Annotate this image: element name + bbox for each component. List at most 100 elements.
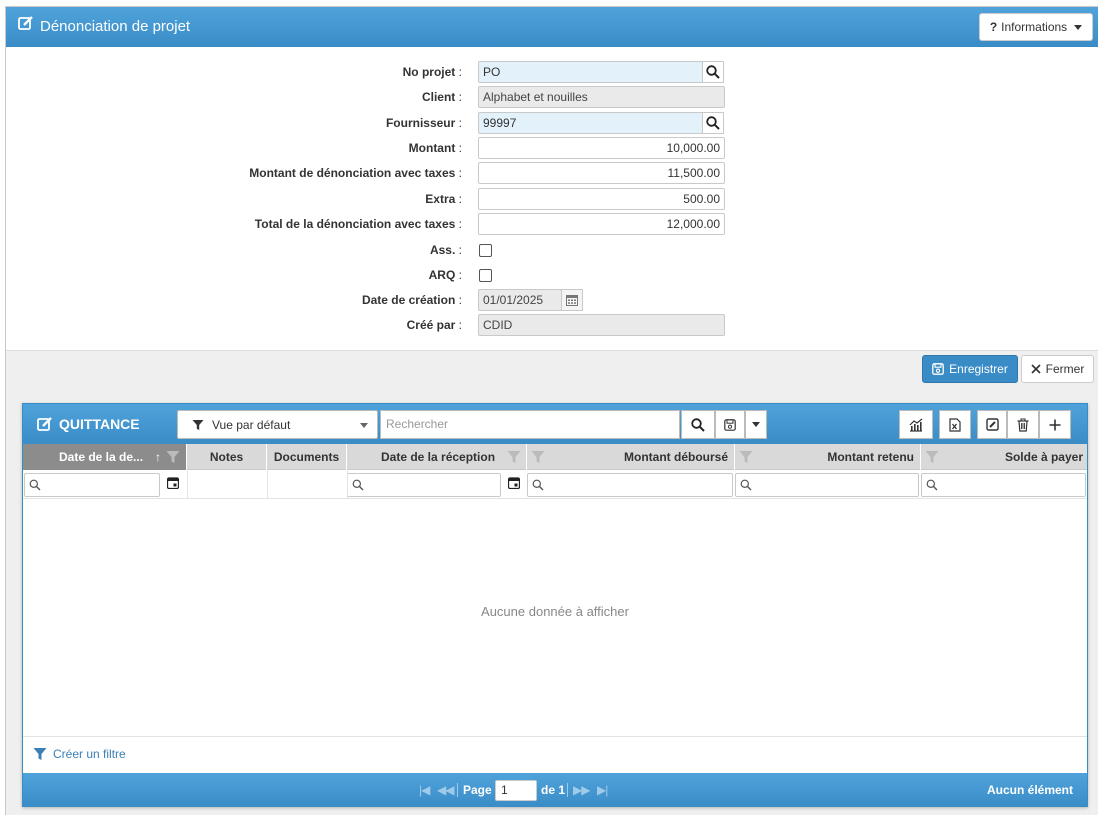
save-icon: [724, 418, 736, 431]
caret-down-icon: [1074, 24, 1083, 30]
quittance-grid: QUITTANCE Vue par défaut Rechercher Date…: [22, 403, 1088, 807]
add-row-button[interactable]: [1039, 410, 1071, 439]
label-ass: Ass.: [429, 243, 456, 257]
edit-icon: [37, 417, 52, 431]
grid-header: Date de la de... ↑ Notes Documents Date …: [23, 444, 1087, 470]
row-cree-par: Créé par : CDID: [0, 314, 1098, 336]
plus-icon: [1049, 419, 1061, 430]
chart-button[interactable]: [899, 410, 933, 439]
filter-input-montant-debourse[interactable]: [527, 473, 733, 497]
column-header-montant-retenu[interactable]: Montant retenu: [735, 444, 921, 470]
fournisseur-field[interactable]: 99997: [478, 112, 703, 134]
pager-divider: [567, 783, 568, 797]
row-arq: ARQ :: [0, 264, 1098, 286]
create-filter-link[interactable]: Créer un filtre: [33, 747, 126, 761]
row-montant: Montant : 10,000.00: [0, 137, 1098, 159]
row-no-projet: No projet : PO: [0, 61, 1098, 83]
filter-icon[interactable]: [507, 450, 521, 464]
filter-icon: [192, 419, 204, 430]
calendar-icon[interactable]: [508, 477, 520, 489]
total-items-label: Aucun élément: [986, 783, 1073, 797]
question-icon: ?: [989, 20, 998, 34]
empty-message: Aucune donnée à afficher: [481, 604, 629, 619]
next-page-icon[interactable]: ▶▶: [573, 773, 590, 807]
column-header-montant-debourse[interactable]: Montant déboursé: [527, 444, 735, 470]
save-icon: [932, 363, 945, 375]
search-icon: [532, 479, 544, 491]
grid-filter-row: [23, 471, 1087, 499]
row-date-creation: Date de création : 01/01/2025: [0, 289, 1098, 311]
export-excel-button[interactable]: [939, 410, 971, 439]
search-icon: [926, 479, 938, 491]
calendar-icon: [566, 295, 578, 306]
view-select[interactable]: Vue par défaut: [177, 410, 378, 439]
label-fournisseur: Fournisseur: [385, 116, 456, 130]
no-projet-field[interactable]: PO: [478, 61, 703, 83]
row-ass: Ass. :: [0, 239, 1098, 261]
edit-row-button[interactable]: [977, 410, 1007, 439]
column-header-date-denonciation[interactable]: Date de la de... ↑: [23, 444, 187, 470]
total-field[interactable]: 12,000.00: [478, 213, 725, 235]
previous-page-icon[interactable]: ◀◀: [437, 773, 454, 807]
grid-search-button[interactable]: [681, 410, 715, 439]
informations-button[interactable]: ? Informations: [979, 13, 1093, 41]
no-projet-search-button[interactable]: [702, 61, 724, 83]
close-button[interactable]: Fermer: [1021, 355, 1094, 383]
cree-par-field: CDID: [478, 314, 725, 336]
excel-icon: [949, 417, 961, 432]
date-creation-calendar-button[interactable]: [561, 289, 583, 311]
row-montant-denonciation: Montant de dénonciation avec taxes : 11,…: [0, 162, 1098, 184]
close-icon: [1031, 364, 1041, 374]
label-client: Client: [421, 90, 456, 104]
page-input[interactable]: 1: [495, 780, 537, 801]
label-montant-denonciation: Montant de dénonciation avec taxes: [249, 166, 456, 180]
trash-icon: [1017, 417, 1029, 432]
filter-icon[interactable]: [531, 450, 545, 464]
delete-row-button[interactable]: [1007, 410, 1039, 439]
column-divider: [347, 471, 348, 499]
filter-input-montant-retenu[interactable]: [735, 473, 919, 497]
fournisseur-search-button[interactable]: [702, 112, 724, 134]
filter-icon[interactable]: [166, 450, 180, 464]
column-header-documents[interactable]: Documents: [267, 444, 347, 470]
montant-denonciation-field[interactable]: 11,500.00: [478, 162, 725, 184]
first-page-icon[interactable]: |◀: [419, 773, 430, 807]
page-count-label: de 1: [541, 783, 566, 797]
grid-title: QUITTANCE: [37, 404, 140, 444]
calendar-icon[interactable]: [167, 477, 179, 489]
filter-icon: [33, 748, 47, 760]
label-total: Total de la dénonciation avec taxes: [254, 217, 456, 231]
label-montant: Montant: [408, 141, 456, 155]
save-view-dropdown-button[interactable]: [745, 410, 767, 439]
grid-toolbar: QUITTANCE Vue par défaut Rechercher: [23, 404, 1087, 444]
montant-field[interactable]: 10,000.00: [478, 137, 725, 159]
save-view-button[interactable]: [715, 410, 745, 439]
column-header-notes[interactable]: Notes: [187, 444, 267, 470]
filter-input-date-denonciation[interactable]: [24, 473, 160, 497]
ass-checkbox[interactable]: [479, 244, 492, 257]
column-header-date-reception[interactable]: Date de la réception: [347, 444, 527, 470]
grid-filter-footer: Créer un filtre: [23, 736, 1087, 772]
extra-field[interactable]: 500.00: [478, 188, 725, 210]
row-extra: Extra : 500.00: [0, 188, 1098, 210]
label-extra: Extra: [425, 192, 456, 206]
row-client: Client : Alphabet et nouilles: [0, 86, 1098, 108]
arq-checkbox[interactable]: [479, 269, 492, 282]
search-icon: [29, 479, 41, 491]
column-header-solde-a-payer[interactable]: Solde à payer: [921, 444, 1087, 470]
save-button[interactable]: Enregistrer: [922, 355, 1018, 383]
search-icon: [740, 479, 752, 491]
filter-icon[interactable]: [925, 450, 939, 464]
filter-input-solde-a-payer[interactable]: [921, 473, 1086, 497]
date-creation-field: 01/01/2025: [478, 289, 562, 311]
column-divider: [187, 471, 188, 499]
edit-icon: [985, 418, 999, 431]
filter-icon[interactable]: [739, 450, 753, 464]
label-date-creation: Date de création: [361, 293, 456, 307]
grid-pager: |◀ ◀◀ Page 1 de 1 ▶▶ ▶| Aucun élément: [23, 773, 1087, 807]
grid-search-input[interactable]: Rechercher: [380, 410, 680, 439]
filter-input-date-reception[interactable]: [347, 473, 501, 497]
last-page-icon[interactable]: ▶|: [597, 773, 608, 807]
column-divider: [267, 471, 268, 499]
label-cree-par: Créé par: [406, 318, 456, 332]
